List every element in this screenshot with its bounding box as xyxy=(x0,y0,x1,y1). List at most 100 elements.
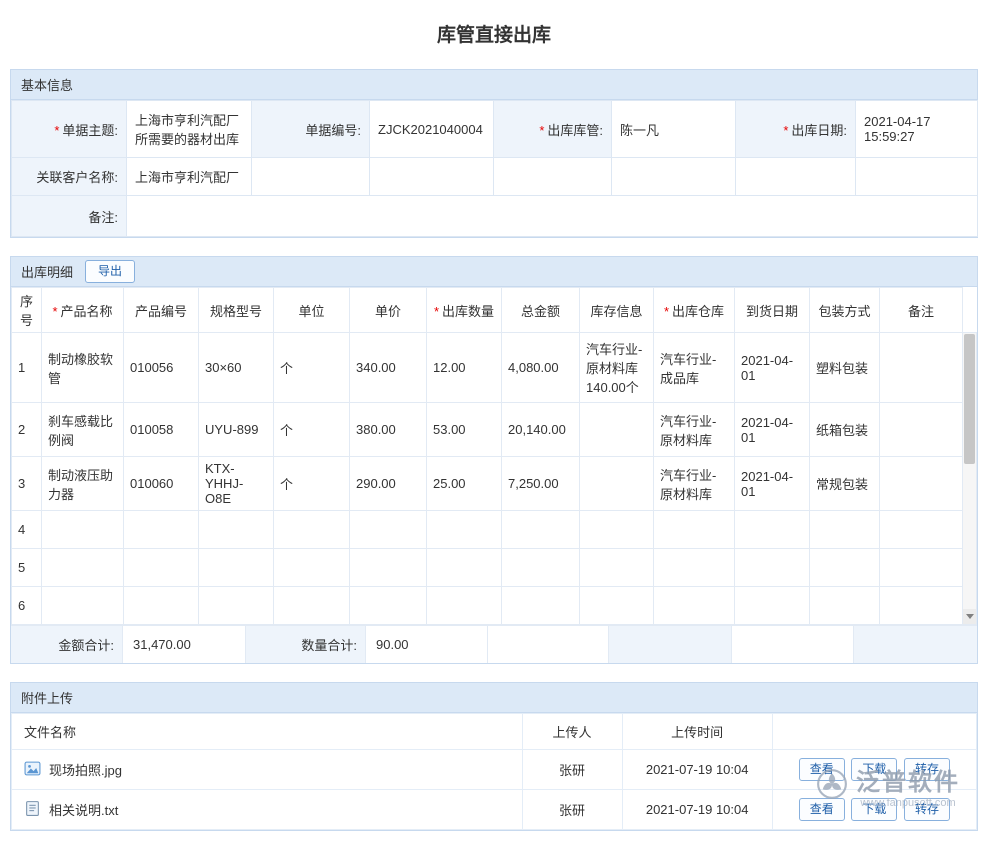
scroll-down-button[interactable] xyxy=(963,609,976,624)
required-mark: * xyxy=(664,304,669,319)
cell-serial: 6 xyxy=(12,587,42,625)
detail-title: 出库明细 xyxy=(21,262,73,281)
text-file-icon xyxy=(24,800,41,820)
cell-spec: 30×60 xyxy=(199,333,274,403)
detail-header: 出库明细 导出 xyxy=(11,257,977,287)
basic-info-header: 基本信息 xyxy=(11,70,977,100)
cell-amount: 20,140.00 xyxy=(502,403,580,457)
cell-remark xyxy=(880,333,963,403)
col-price: 单价 xyxy=(350,288,427,333)
save-transfer-button[interactable]: 转存 xyxy=(904,758,950,782)
cell-arrival-date: 2021-04-01 xyxy=(735,403,810,457)
col-stock-info: 库存信息 xyxy=(580,288,654,333)
attachment-row: 现场拍照.jpg 张研 2021-07-19 10:04 查看 下载 转存 xyxy=(12,750,977,790)
scrollbar-thumb[interactable] xyxy=(964,334,975,464)
col-qty: *出库数量 xyxy=(427,288,502,333)
amount-total-label: 金额合计: xyxy=(11,626,123,663)
col-unit: 单位 xyxy=(274,288,350,333)
cell-qty: 53.00 xyxy=(427,403,502,457)
detail-row: 6 xyxy=(12,587,963,625)
upload-time: 2021-07-19 10:04 xyxy=(622,750,772,790)
view-button[interactable]: 查看 xyxy=(799,798,845,822)
cell-amount: 4,080.00 xyxy=(502,333,580,403)
basic-info-title: 基本信息 xyxy=(21,75,73,94)
cell-price: 380.00 xyxy=(350,403,427,457)
download-button[interactable]: 下载 xyxy=(851,798,897,822)
detail-table: 序号 *产品名称 产品编号 规格型号 单位 单价 *出库数量 总金额 库存信息 … xyxy=(11,287,963,625)
required-mark: * xyxy=(783,123,788,138)
cell-packing: 常规包装 xyxy=(810,457,880,511)
date-value: 2021-04-17 15:59:27 xyxy=(856,101,978,158)
detail-row: 3 制动液压助力器 010060 KTX-YHHJ-O8E 个 290.00 2… xyxy=(12,457,963,511)
customer-value: 上海市亨利汽配厂 xyxy=(127,158,252,196)
required-mark: * xyxy=(54,123,59,138)
col-warehouse: *出库仓库 xyxy=(654,288,735,333)
col-file-name: 文件名称 xyxy=(12,714,523,750)
remark-value xyxy=(127,196,978,237)
view-button[interactable]: 查看 xyxy=(799,758,845,782)
attachments-table: 文件名称 上传人 上传时间 现场拍照.jpg 张研 2021-07-19 10:… xyxy=(11,713,977,830)
cell-stock-info xyxy=(580,403,654,457)
empty-cell xyxy=(736,158,856,196)
section-basic-info: 基本信息 *单据主题: 上海市亨利汽配厂所需要的器材出库 单据编号: ZJCK2… xyxy=(10,69,978,238)
cell-product-name: 制动橡胶软管 xyxy=(42,333,124,403)
required-mark: * xyxy=(434,304,439,319)
cell-product-code: 010060 xyxy=(124,457,199,511)
col-arrival-date: 到货日期 xyxy=(735,288,810,333)
qty-total-label: 数量合计: xyxy=(246,626,366,663)
cell-product-code: 010058 xyxy=(124,403,199,457)
cell-spec: KTX-YHHJ-O8E xyxy=(199,457,274,511)
cell-stock-info: 汽车行业-原材料库 140.00个 xyxy=(580,333,654,403)
file-name-link[interactable]: 现场拍照.jpg xyxy=(49,760,122,779)
scrollbar-track[interactable] xyxy=(963,465,976,609)
col-packing: 包装方式 xyxy=(810,288,880,333)
cell-price: 290.00 xyxy=(350,457,427,511)
detail-summary-row: 金额合计: 31,470.00 数量合计: 90.00 xyxy=(11,625,977,663)
image-file-icon xyxy=(24,760,41,780)
detail-table-wrap: 序号 *产品名称 产品编号 规格型号 单位 单价 *出库数量 总金额 库存信息 … xyxy=(11,287,977,625)
cell-warehouse: 汽车行业-原材料库 xyxy=(654,403,735,457)
qty-total-value: 90.00 xyxy=(366,626,488,663)
empty-cell xyxy=(732,626,854,663)
cell-spec: UYU-899 xyxy=(199,403,274,457)
cell-product-code: 010056 xyxy=(124,333,199,403)
subject-value: 上海市亨利汽配厂所需要的器材出库 xyxy=(127,101,252,158)
empty-cell xyxy=(854,626,977,663)
empty-cell xyxy=(494,158,612,196)
subject-label: *单据主题: xyxy=(12,101,127,158)
download-button[interactable]: 下载 xyxy=(851,758,897,782)
cell-remark xyxy=(880,457,963,511)
file-name-link[interactable]: 相关说明.txt xyxy=(49,800,118,819)
keeper-label: *出库库管: xyxy=(494,101,612,158)
col-product-code: 产品编号 xyxy=(124,288,199,333)
export-button[interactable]: 导出 xyxy=(85,260,135,284)
upload-time: 2021-07-19 10:04 xyxy=(622,790,772,830)
cell-stock-info xyxy=(580,457,654,511)
table-scrollbar[interactable] xyxy=(963,332,977,625)
detail-row: 2 刹车感载比例阀 010058 UYU-899 个 380.00 53.00 … xyxy=(12,403,963,457)
doc-no-value: ZJCK2021040004 xyxy=(370,101,494,158)
chevron-down-icon xyxy=(966,614,974,619)
detail-row: 5 xyxy=(12,549,963,587)
attachments-header: 附件上传 xyxy=(11,683,977,713)
empty-cell xyxy=(609,626,732,663)
detail-row: 4 xyxy=(12,511,963,549)
section-attachments: 附件上传 文件名称 上传人 上传时间 现场拍照.jpg 张研 2021-07-1… xyxy=(10,682,978,831)
save-transfer-button[interactable]: 转存 xyxy=(904,798,950,822)
date-label: *出库日期: xyxy=(736,101,856,158)
keeper-value: 陈一凡 xyxy=(612,101,736,158)
doc-no-label: 单据编号: xyxy=(252,101,370,158)
attachments-header-row: 文件名称 上传人 上传时间 xyxy=(12,714,977,750)
cell-product-name: 刹车感载比例阀 xyxy=(42,403,124,457)
cell-price: 340.00 xyxy=(350,333,427,403)
cell-packing: 纸箱包装 xyxy=(810,403,880,457)
cell-serial: 3 xyxy=(12,457,42,511)
cell-unit: 个 xyxy=(274,333,350,403)
attachment-row: 相关说明.txt 张研 2021-07-19 10:04 查看 下载 转存 xyxy=(12,790,977,830)
cell-arrival-date: 2021-04-01 xyxy=(735,333,810,403)
uploader: 张研 xyxy=(522,750,622,790)
cell-unit: 个 xyxy=(274,403,350,457)
cell-unit: 个 xyxy=(274,457,350,511)
amount-total-value: 31,470.00 xyxy=(123,626,246,663)
section-outbound-detail: 出库明细 导出 序号 *产品名称 产品编号 规格型号 单位 单价 *出库数量 总… xyxy=(10,256,978,664)
